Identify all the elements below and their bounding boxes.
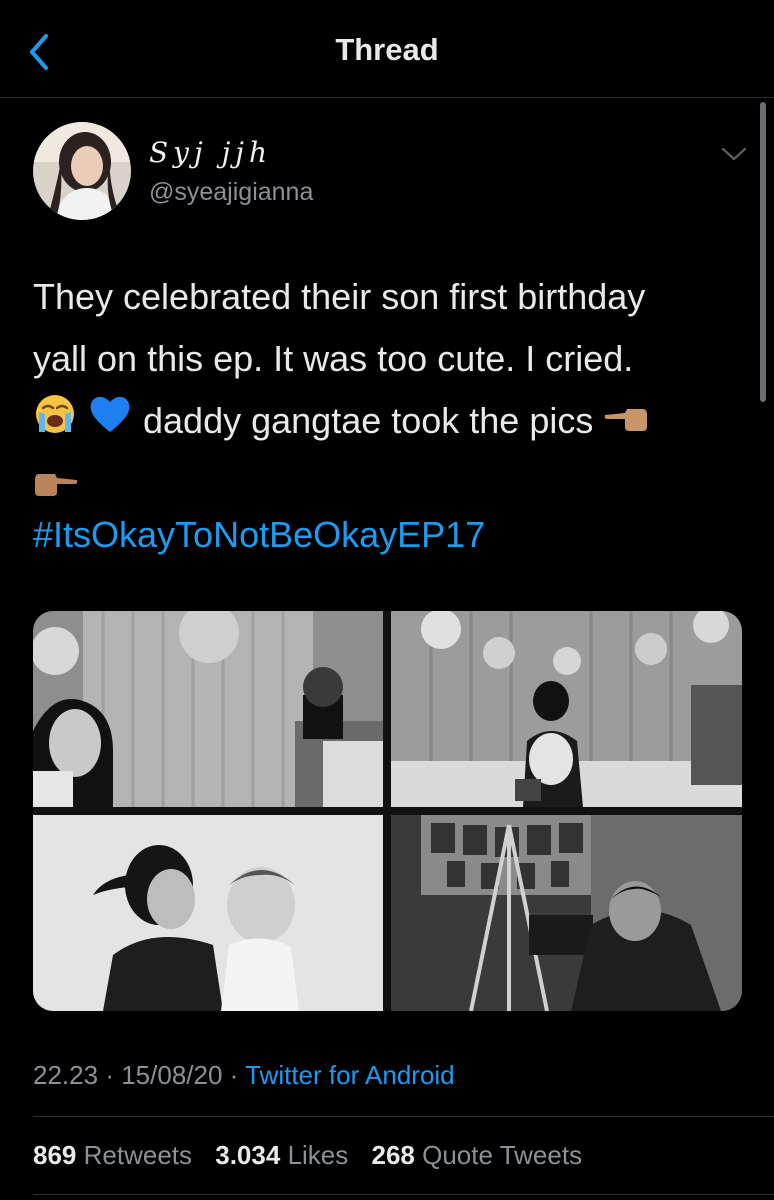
separator-dot: · bbox=[229, 1060, 239, 1090]
media-photo-3[interactable] bbox=[33, 815, 383, 1011]
quotes-count: 268 bbox=[371, 1140, 415, 1170]
likes-count: 3.034 bbox=[215, 1140, 281, 1170]
media-photo-2[interactable] bbox=[391, 611, 742, 807]
media-grid bbox=[33, 611, 742, 1011]
tweet-line-text: daddy gangtae took the pics bbox=[133, 400, 604, 441]
backhand-index-pointing-right-icon bbox=[33, 457, 79, 519]
page-title: Thread bbox=[335, 32, 439, 67]
quote-tweets-stat[interactable]: 268 Quote Tweets bbox=[372, 1140, 583, 1171]
loudly-crying-face-icon bbox=[33, 392, 77, 455]
divider bbox=[33, 1194, 774, 1195]
engagement-stats: 869 Retweets 3.034 Likes 268 Quote Tweet… bbox=[33, 1140, 598, 1171]
tweet-meta: 22.23 · 15/08/20 · Twitter for Android bbox=[33, 1060, 455, 1091]
tweet-line: They celebrated their son first birthday bbox=[33, 276, 646, 317]
chevron-down-icon[interactable] bbox=[719, 144, 749, 164]
avatar[interactable] bbox=[33, 122, 131, 220]
nav-bar: Thread bbox=[0, 0, 774, 98]
scrollbar[interactable] bbox=[760, 102, 766, 402]
tweet-line: yall on this ep. It was too cute. I crie… bbox=[33, 338, 634, 379]
tweet-source-link[interactable]: Twitter for Android bbox=[245, 1060, 455, 1090]
likes-stat[interactable]: 3.034 Likes bbox=[215, 1140, 348, 1171]
tweet-time: 22.23 bbox=[33, 1060, 99, 1090]
tweet-line: daddy gangtae took the pics bbox=[33, 390, 743, 455]
tweet-line bbox=[33, 455, 743, 519]
author-display-name[interactable]: Syj jjh bbox=[149, 136, 272, 169]
author-handle[interactable]: @syeajigianna bbox=[149, 178, 313, 207]
blue-heart-icon bbox=[87, 392, 133, 455]
backhand-index-pointing-left-icon bbox=[603, 392, 649, 454]
separator-dot: · bbox=[105, 1060, 114, 1090]
tweet-date: 15/08/20 bbox=[121, 1060, 223, 1090]
quotes-label: Quote Tweets bbox=[422, 1140, 583, 1170]
media-photo-1[interactable] bbox=[33, 611, 383, 807]
tweet-text: They celebrated their son first birthday… bbox=[33, 266, 743, 519]
divider bbox=[33, 1116, 774, 1117]
retweets-stat[interactable]: 869 Retweets bbox=[33, 1140, 192, 1171]
tweet-header: Syj jjh @syeajigianna bbox=[33, 122, 747, 222]
hashtag-link[interactable]: #ItsOkayToNotBeOkayEP17 bbox=[33, 514, 485, 556]
retweets-label: Retweets bbox=[83, 1140, 193, 1170]
likes-label: Likes bbox=[287, 1140, 349, 1170]
media-photo-4[interactable] bbox=[391, 815, 742, 1011]
retweets-count: 869 bbox=[33, 1140, 77, 1170]
